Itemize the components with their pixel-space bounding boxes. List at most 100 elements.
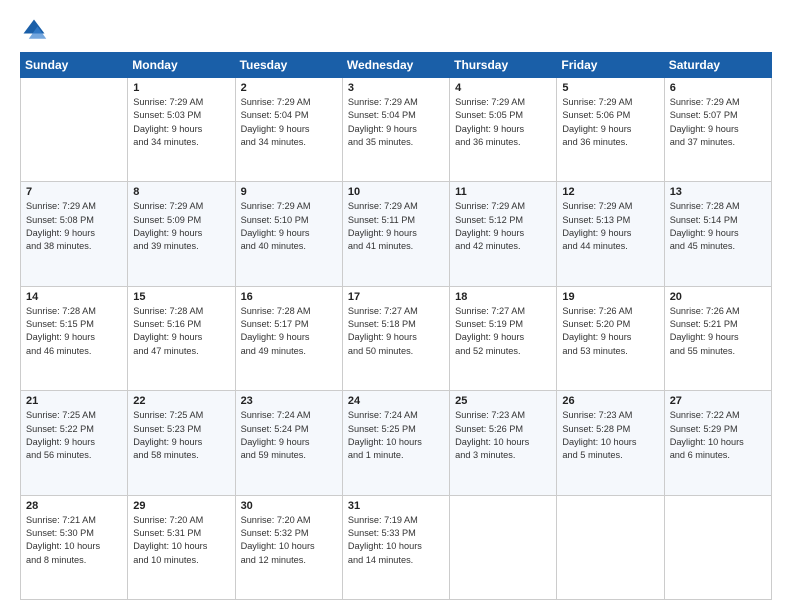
- day-number: 20: [670, 291, 766, 303]
- day-number: 26: [562, 395, 658, 407]
- day-info: Sunrise: 7:29 AM Sunset: 5:04 PM Dayligh…: [348, 96, 444, 149]
- day-info: Sunrise: 7:29 AM Sunset: 5:10 PM Dayligh…: [241, 200, 337, 253]
- calendar-cell: [450, 495, 557, 599]
- day-info: Sunrise: 7:29 AM Sunset: 5:03 PM Dayligh…: [133, 96, 229, 149]
- calendar-week-5: 28 Sunrise: 7:21 AM Sunset: 5:30 PM Dayli…: [21, 495, 772, 599]
- day-number: 30: [241, 500, 337, 512]
- day-info: Sunrise: 7:23 AM Sunset: 5:28 PM Dayligh…: [562, 409, 658, 462]
- calendar-week-2: 7 Sunrise: 7:29 AM Sunset: 5:08 PM Daylig…: [21, 182, 772, 286]
- calendar-cell: 3 Sunrise: 7:29 AM Sunset: 5:04 PM Daylig…: [342, 78, 449, 182]
- day-number: 1: [133, 82, 229, 94]
- logo: [20, 16, 52, 44]
- calendar-cell: 31 Sunrise: 7:19 AM Sunset: 5:33 PM Dayli…: [342, 495, 449, 599]
- day-number: 6: [670, 82, 766, 94]
- day-info: Sunrise: 7:28 AM Sunset: 5:14 PM Dayligh…: [670, 200, 766, 253]
- calendar-cell: 2 Sunrise: 7:29 AM Sunset: 5:04 PM Daylig…: [235, 78, 342, 182]
- day-number: 14: [26, 291, 122, 303]
- day-number: 25: [455, 395, 551, 407]
- day-number: 22: [133, 395, 229, 407]
- calendar-cell: 12 Sunrise: 7:29 AM Sunset: 5:13 PM Dayli…: [557, 182, 664, 286]
- day-number: 9: [241, 186, 337, 198]
- day-number: 3: [348, 82, 444, 94]
- weekday-header-saturday: Saturday: [664, 53, 771, 78]
- day-number: 7: [26, 186, 122, 198]
- calendar-cell: 20 Sunrise: 7:26 AM Sunset: 5:21 PM Dayli…: [664, 286, 771, 390]
- calendar-cell: 30Sunrise: 7:20 AM Sunset: 5:32 PM Dayli…: [235, 495, 342, 599]
- day-info: Sunrise: 7:26 AM Sunset: 5:20 PM Dayligh…: [562, 305, 658, 358]
- calendar-cell: 4 Sunrise: 7:29 AM Sunset: 5:05 PM Daylig…: [450, 78, 557, 182]
- day-number: 27: [670, 395, 766, 407]
- calendar-week-4: 21Sunrise: 7:25 AM Sunset: 5:22 PM Dayli…: [21, 391, 772, 495]
- calendar-week-3: 14 Sunrise: 7:28 AM Sunset: 5:15 PM Dayli…: [21, 286, 772, 390]
- calendar-cell: [664, 495, 771, 599]
- day-info: Sunrise: 7:26 AM Sunset: 5:21 PM Dayligh…: [670, 305, 766, 358]
- day-number: 2: [241, 82, 337, 94]
- calendar-cell: [557, 495, 664, 599]
- calendar-cell: 16 Sunrise: 7:28 AM Sunset: 5:17 PM Dayli…: [235, 286, 342, 390]
- day-info: Sunrise: 7:29 AM Sunset: 5:09 PM Dayligh…: [133, 200, 229, 253]
- day-number: 19: [562, 291, 658, 303]
- day-number: 10: [348, 186, 444, 198]
- day-number: 12: [562, 186, 658, 198]
- day-number: 15: [133, 291, 229, 303]
- day-info: Sunrise: 7:24 AM Sunset: 5:25 PM Dayligh…: [348, 409, 444, 462]
- day-info: Sunrise: 7:29 AM Sunset: 5:05 PM Dayligh…: [455, 96, 551, 149]
- weekday-header-thursday: Thursday: [450, 53, 557, 78]
- day-info: Sunrise: 7:20 AM Sunset: 5:31 PM Dayligh…: [133, 514, 229, 567]
- calendar-cell: 26 Sunrise: 7:23 AM Sunset: 5:28 PM Dayli…: [557, 391, 664, 495]
- day-info: Sunrise: 7:29 AM Sunset: 5:11 PM Dayligh…: [348, 200, 444, 253]
- calendar-cell: 5 Sunrise: 7:29 AM Sunset: 5:06 PM Daylig…: [557, 78, 664, 182]
- calendar-cell: 6 Sunrise: 7:29 AM Sunset: 5:07 PM Daylig…: [664, 78, 771, 182]
- calendar-table: SundayMondayTuesdayWednesdayThursdayFrid…: [20, 52, 772, 600]
- day-number: 28: [26, 500, 122, 512]
- day-info: Sunrise: 7:25 AM Sunset: 5:23 PM Dayligh…: [133, 409, 229, 462]
- weekday-header-sunday: Sunday: [21, 53, 128, 78]
- day-number: 16: [241, 291, 337, 303]
- calendar-cell: 7 Sunrise: 7:29 AM Sunset: 5:08 PM Daylig…: [21, 182, 128, 286]
- day-number: 13: [670, 186, 766, 198]
- day-info: Sunrise: 7:29 AM Sunset: 5:04 PM Dayligh…: [241, 96, 337, 149]
- day-info: Sunrise: 7:29 AM Sunset: 5:06 PM Dayligh…: [562, 96, 658, 149]
- day-info: Sunrise: 7:21 AM Sunset: 5:30 PM Dayligh…: [26, 514, 122, 567]
- day-info: Sunrise: 7:29 AM Sunset: 5:07 PM Dayligh…: [670, 96, 766, 149]
- day-number: 31: [348, 500, 444, 512]
- calendar-cell: 13 Sunrise: 7:28 AM Sunset: 5:14 PM Dayli…: [664, 182, 771, 286]
- day-info: Sunrise: 7:29 AM Sunset: 5:08 PM Dayligh…: [26, 200, 122, 253]
- calendar-cell: 8 Sunrise: 7:29 AM Sunset: 5:09 PM Daylig…: [128, 182, 235, 286]
- calendar-cell: 18 Sunrise: 7:27 AM Sunset: 5:19 PM Dayli…: [450, 286, 557, 390]
- calendar-cell: 10 Sunrise: 7:29 AM Sunset: 5:11 PM Dayli…: [342, 182, 449, 286]
- day-number: 4: [455, 82, 551, 94]
- day-info: Sunrise: 7:28 AM Sunset: 5:15 PM Dayligh…: [26, 305, 122, 358]
- calendar-cell: 1 Sunrise: 7:29 AM Sunset: 5:03 PM Daylig…: [128, 78, 235, 182]
- calendar-cell: 9 Sunrise: 7:29 AM Sunset: 5:10 PM Daylig…: [235, 182, 342, 286]
- day-info: Sunrise: 7:22 AM Sunset: 5:29 PM Dayligh…: [670, 409, 766, 462]
- day-info: Sunrise: 7:23 AM Sunset: 5:26 PM Dayligh…: [455, 409, 551, 462]
- calendar-cell: 24Sunrise: 7:24 AM Sunset: 5:25 PM Dayli…: [342, 391, 449, 495]
- calendar-cell: 21Sunrise: 7:25 AM Sunset: 5:22 PM Dayli…: [21, 391, 128, 495]
- day-info: Sunrise: 7:27 AM Sunset: 5:19 PM Dayligh…: [455, 305, 551, 358]
- day-info: Sunrise: 7:28 AM Sunset: 5:17 PM Dayligh…: [241, 305, 337, 358]
- calendar-cell: 27 Sunrise: 7:22 AM Sunset: 5:29 PM Dayli…: [664, 391, 771, 495]
- day-number: 21: [26, 395, 122, 407]
- weekday-header-friday: Friday: [557, 53, 664, 78]
- day-number: 11: [455, 186, 551, 198]
- day-number: 17: [348, 291, 444, 303]
- weekday-header-tuesday: Tuesday: [235, 53, 342, 78]
- day-number: 29: [133, 500, 229, 512]
- day-info: Sunrise: 7:27 AM Sunset: 5:18 PM Dayligh…: [348, 305, 444, 358]
- calendar-cell: 11Sunrise: 7:29 AM Sunset: 5:12 PM Dayli…: [450, 182, 557, 286]
- calendar-cell: 15 Sunrise: 7:28 AM Sunset: 5:16 PM Dayli…: [128, 286, 235, 390]
- day-number: 8: [133, 186, 229, 198]
- calendar-cell: 23Sunrise: 7:24 AM Sunset: 5:24 PM Dayli…: [235, 391, 342, 495]
- weekday-header-monday: Monday: [128, 53, 235, 78]
- calendar-cell: [21, 78, 128, 182]
- day-info: Sunrise: 7:28 AM Sunset: 5:16 PM Dayligh…: [133, 305, 229, 358]
- day-number: 18: [455, 291, 551, 303]
- calendar-cell: 14 Sunrise: 7:28 AM Sunset: 5:15 PM Dayli…: [21, 286, 128, 390]
- day-info: Sunrise: 7:29 AM Sunset: 5:13 PM Dayligh…: [562, 200, 658, 253]
- calendar-cell: 29 Sunrise: 7:20 AM Sunset: 5:31 PM Dayli…: [128, 495, 235, 599]
- day-number: 5: [562, 82, 658, 94]
- day-info: Sunrise: 7:19 AM Sunset: 5:33 PM Dayligh…: [348, 514, 444, 567]
- logo-icon: [20, 16, 48, 44]
- calendar-cell: 17 Sunrise: 7:27 AM Sunset: 5:18 PM Dayli…: [342, 286, 449, 390]
